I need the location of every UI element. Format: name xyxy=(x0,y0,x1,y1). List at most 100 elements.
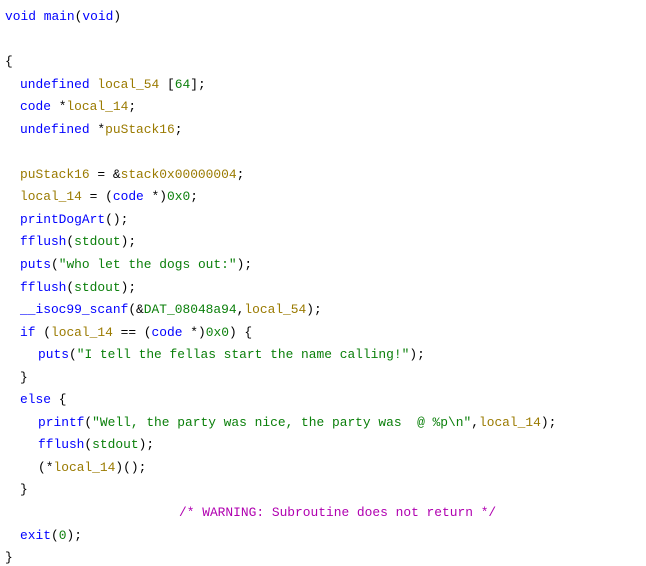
code-line[interactable]: (*local_14)(); xyxy=(5,457,646,480)
token-punctuation: (); xyxy=(105,211,129,227)
token-string-literal[interactable]: "Well, the party was nice, the party was… xyxy=(92,415,471,430)
token-variable-name[interactable]: local_14 xyxy=(479,415,541,430)
token-punctuation: ); xyxy=(138,437,155,453)
token-punctuation: ( xyxy=(66,279,75,295)
token-punctuation: * xyxy=(89,121,106,137)
code-line[interactable]: undefined local_54 [64]; xyxy=(5,74,646,97)
token-function-name[interactable]: fflush xyxy=(20,234,66,249)
token-type-name[interactable]: code xyxy=(113,189,144,204)
token-type-name[interactable]: void xyxy=(82,9,113,24)
token-type-name[interactable]: undefined xyxy=(20,122,90,137)
token-variable-name[interactable]: local_54 xyxy=(244,302,306,317)
token-function-name[interactable]: puts xyxy=(20,257,51,272)
code-line[interactable]: else { xyxy=(5,389,646,412)
code-line[interactable]: if (local_14 == (code *)0x0) { xyxy=(5,322,646,345)
token-punctuation: ); xyxy=(540,414,557,430)
token-punctuation: ( xyxy=(84,414,93,430)
token-variable-name[interactable]: local_14 xyxy=(20,189,82,204)
token-punctuation: ; xyxy=(236,166,245,182)
token-punctuation: } xyxy=(5,550,13,566)
token-punctuation: ( xyxy=(84,437,93,453)
token-variable-name[interactable]: local_54 xyxy=(97,77,159,92)
token-variable-name[interactable]: local_14 xyxy=(51,325,113,340)
code-line[interactable]: printf("Well, the party was nice, the pa… xyxy=(5,412,646,435)
code-line[interactable]: undefined *puStack16; xyxy=(5,119,646,142)
token-function-name[interactable]: __isoc99_scanf xyxy=(20,302,128,317)
token-punctuation: ( xyxy=(68,347,77,363)
token-variable-name[interactable]: local_14 xyxy=(66,99,128,114)
token-punctuation: ); xyxy=(120,279,137,295)
token-punctuation: ( xyxy=(35,324,51,340)
token-type-name[interactable]: code xyxy=(20,99,51,114)
token-function-name[interactable]: printDogArt xyxy=(20,212,105,227)
code-line[interactable]: local_14 = (code *)0x0; xyxy=(5,186,646,209)
token-function-name[interactable]: exit xyxy=(20,528,51,543)
token-number-literal[interactable]: 64 xyxy=(175,77,190,92)
token-number-literal[interactable]: 0x0 xyxy=(206,325,229,340)
code-line[interactable]: printDogArt(); xyxy=(5,209,646,232)
decompiler-code-view[interactable]: void main(void){undefined local_54 [64];… xyxy=(0,0,646,566)
token-global-name[interactable]: stdout xyxy=(74,234,120,249)
token-keyword[interactable]: if xyxy=(20,325,35,340)
token-punctuation: { xyxy=(50,392,67,408)
token-variable-name[interactable]: puStack16 xyxy=(20,167,90,182)
token-punctuation: ( xyxy=(50,527,59,543)
token-function-name[interactable]: main xyxy=(44,9,75,24)
token-punctuation: ]; xyxy=(190,76,206,92)
token-punctuation: ); xyxy=(306,302,322,318)
token-keyword[interactable]: else xyxy=(20,392,51,407)
token-global-name[interactable]: stdout xyxy=(92,437,138,452)
token-type-name[interactable]: undefined xyxy=(20,77,90,92)
code-line[interactable]: } xyxy=(5,547,646,566)
code-line[interactable]: code *local_14; xyxy=(5,96,646,119)
token-punctuation: ); xyxy=(66,527,82,543)
token-variable-name[interactable]: local_14 xyxy=(53,460,115,475)
token-punctuation: ) xyxy=(113,9,122,24)
token-whitespace xyxy=(159,77,167,92)
token-string-literal[interactable]: "who let the dogs out:" xyxy=(59,257,237,272)
token-comment: /* WARNING: Subroutine does not return *… xyxy=(179,505,497,521)
token-global-name[interactable]: stdout xyxy=(74,280,120,295)
code-line[interactable]: } xyxy=(5,479,646,502)
token-global-name[interactable]: DAT_08048a94 xyxy=(144,302,237,317)
token-punctuation: == ( xyxy=(112,324,152,340)
token-number-literal[interactable]: 0x0 xyxy=(167,189,190,204)
token-punctuation: (* xyxy=(38,459,54,475)
token-punctuation: ( xyxy=(66,234,75,250)
code-line[interactable] xyxy=(5,29,646,52)
token-type-name[interactable]: code xyxy=(152,325,183,340)
token-punctuation: )(); xyxy=(115,459,147,475)
code-line[interactable]: { xyxy=(5,51,646,74)
code-line[interactable]: puStack16 = &stack0x00000004; xyxy=(5,164,646,187)
code-line[interactable]: /* WARNING: Subroutine does not return *… xyxy=(5,502,646,525)
code-line[interactable]: __isoc99_scanf(&DAT_08048a94,local_54); xyxy=(5,299,646,322)
token-punctuation: ); xyxy=(120,234,137,250)
code-line[interactable]: } xyxy=(5,367,646,390)
token-string-literal[interactable]: "I tell the fellas start the name callin… xyxy=(77,347,410,362)
token-punctuation: ; xyxy=(128,99,137,115)
token-function-name[interactable]: fflush xyxy=(20,280,66,295)
code-line[interactable]: fflush(stdout); xyxy=(5,434,646,457)
token-punctuation: [ xyxy=(167,76,175,92)
code-line[interactable]: fflush(stdout); xyxy=(5,277,646,300)
code-line[interactable]: void main(void) xyxy=(5,6,646,29)
token-punctuation: } xyxy=(20,482,28,498)
code-line[interactable]: fflush(stdout); xyxy=(5,231,646,254)
token-function-name[interactable]: puts xyxy=(38,347,69,362)
token-punctuation: ; xyxy=(190,189,198,205)
code-line[interactable]: puts("I tell the fellas start the name c… xyxy=(5,344,646,367)
token-punctuation: ); xyxy=(236,257,253,273)
token-variable-name[interactable]: stack0x00000004 xyxy=(121,167,237,182)
code-line[interactable]: exit(0); xyxy=(5,525,646,548)
token-punctuation: * xyxy=(50,99,67,115)
token-function-name[interactable]: printf xyxy=(38,415,84,430)
token-punctuation: (& xyxy=(128,302,144,318)
code-line[interactable] xyxy=(5,141,646,164)
token-punctuation: { xyxy=(5,54,13,70)
token-type-name[interactable]: void xyxy=(5,9,36,24)
token-variable-name[interactable]: puStack16 xyxy=(105,122,175,137)
token-punctuation: *) xyxy=(143,189,168,205)
token-punctuation: ; xyxy=(174,121,183,137)
token-function-name[interactable]: fflush xyxy=(38,437,84,452)
code-line[interactable]: puts("who let the dogs out:"); xyxy=(5,254,646,277)
